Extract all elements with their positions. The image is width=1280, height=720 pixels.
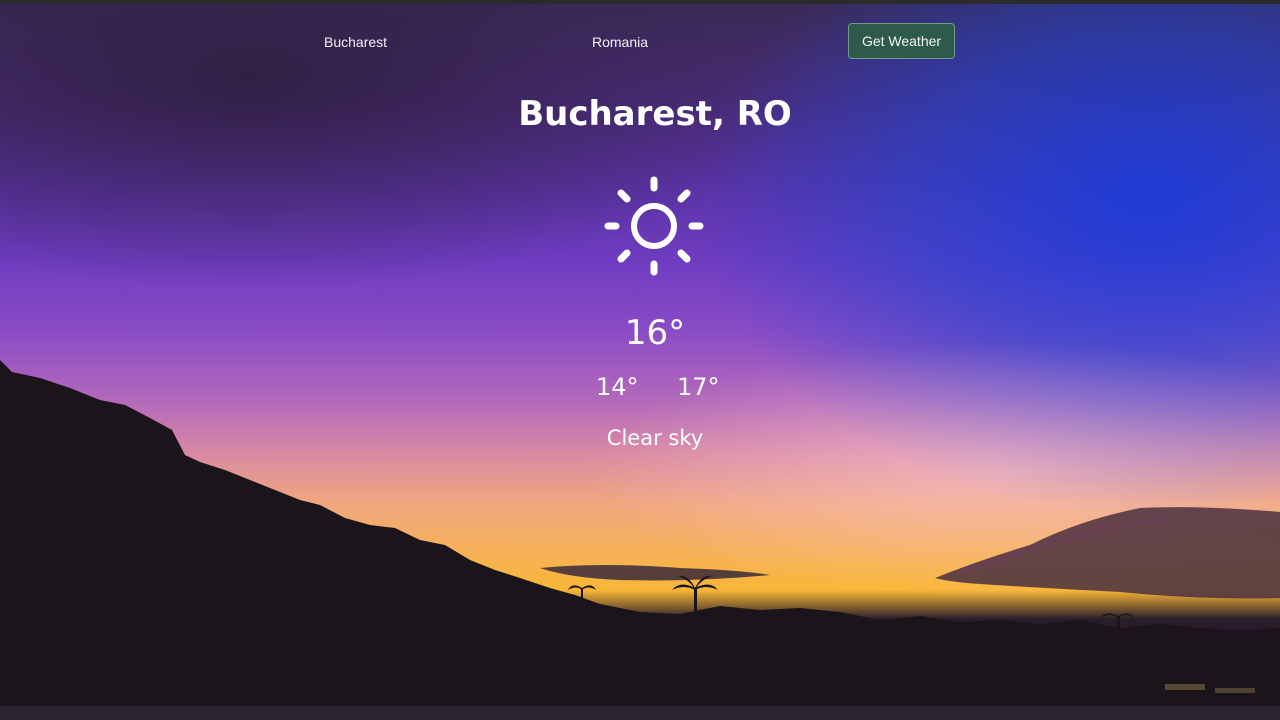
min-temperature: 14° <box>596 373 639 401</box>
get-weather-button[interactable]: Get Weather <box>848 23 955 59</box>
sun-icon <box>604 176 704 276</box>
max-temperature: 17° <box>677 373 720 401</box>
window-top-edge <box>0 0 1280 4</box>
country-input[interactable] <box>590 33 734 51</box>
location-title: Bucharest, RO <box>518 94 792 134</box>
current-temperature: 16° <box>624 313 686 353</box>
weather-app: Get Weather Bucharest, RO 16° 14° 17° Cl… <box>0 0 1280 720</box>
city-input[interactable] <box>322 33 466 51</box>
weather-description: Clear sky <box>606 426 704 450</box>
